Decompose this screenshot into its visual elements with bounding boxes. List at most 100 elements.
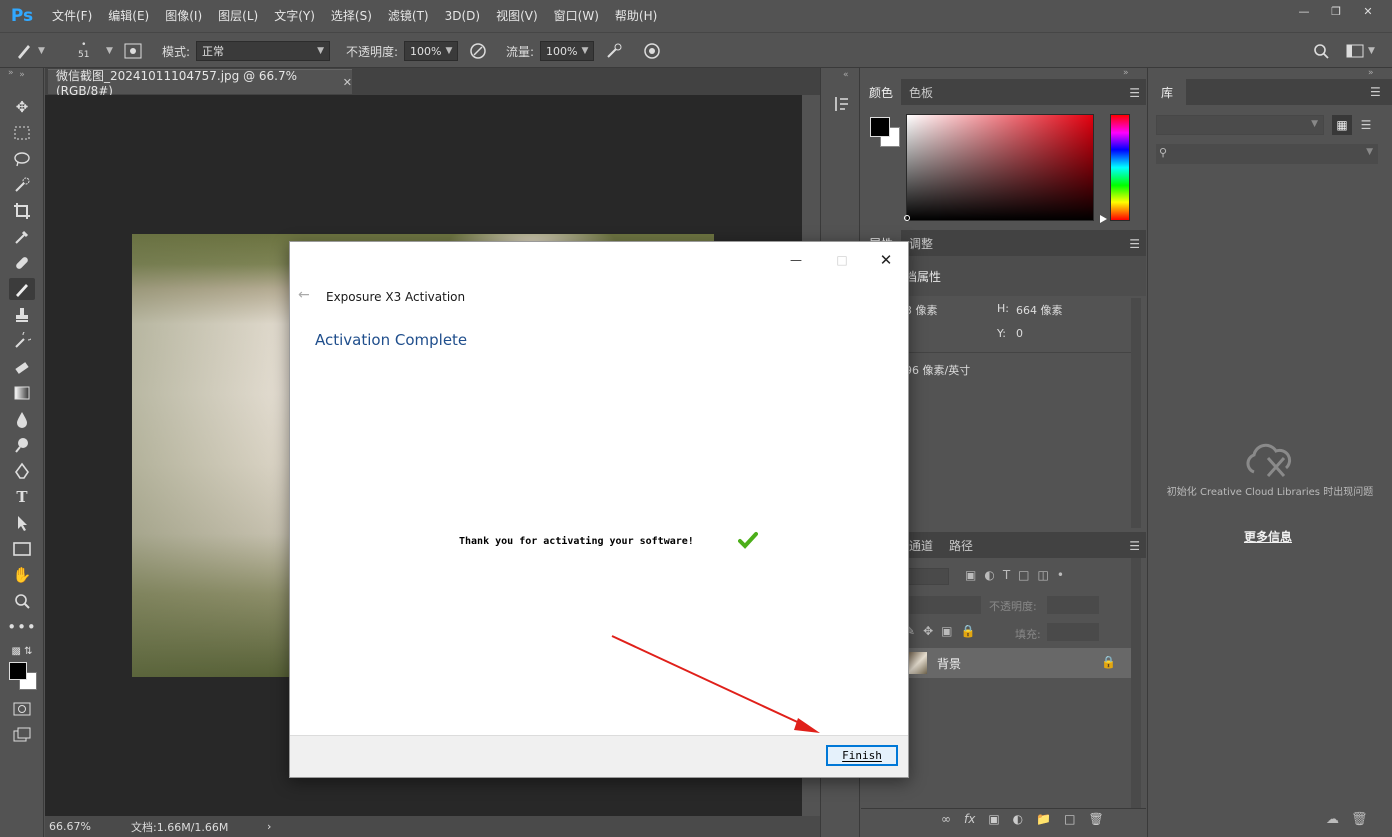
fill-input[interactable] [1047, 623, 1099, 641]
tab-color[interactable]: 颜色 [861, 79, 902, 105]
clone-stamp-tool-icon[interactable] [9, 304, 35, 326]
filter-toggle-icon[interactable]: • [1057, 568, 1064, 582]
adjustment-filter-icon[interactable]: ◐ [984, 568, 994, 582]
menu-3d[interactable]: 3D(D) [437, 0, 488, 32]
flow-input[interactable]: 100% ▼ [540, 33, 594, 69]
dodge-tool-icon[interactable] [9, 434, 35, 456]
lock-artboard-icon[interactable]: ▣ [941, 624, 952, 638]
delete-icon[interactable]: 🗑 [1351, 812, 1368, 827]
pen-tool-icon[interactable] [9, 460, 35, 482]
zoom-level[interactable]: 66.67% [49, 820, 131, 833]
pressure-size-toggle[interactable] [642, 33, 662, 69]
delete-layer-icon[interactable]: 🗑 [1088, 812, 1103, 826]
brush-panel-toggle[interactable] [124, 33, 142, 69]
lock-all-icon[interactable]: 🔒 [960, 624, 975, 638]
blend-mode-select[interactable] [905, 596, 981, 614]
properties-scrollbar[interactable] [1131, 298, 1141, 528]
new-group-icon[interactable]: 📁 [1036, 812, 1051, 826]
mode-select[interactable]: 正常 ▼ [196, 33, 330, 69]
menu-type[interactable]: 文字(Y) [266, 0, 323, 32]
menu-filter[interactable]: 滤镜(T) [380, 0, 437, 32]
link-layers-icon[interactable]: ∞ [941, 812, 951, 826]
layer-filter-select[interactable] [905, 568, 949, 585]
image-filter-icon[interactable]: ▣ [965, 568, 976, 582]
type-tool-icon[interactable]: T [9, 486, 35, 508]
restore-icon[interactable]: ❐ [1320, 0, 1352, 22]
workspace-switcher[interactable]: ▼ [1346, 33, 1375, 69]
shape-filter-icon[interactable]: □ [1018, 568, 1029, 582]
tab-paths[interactable]: 路径 [941, 532, 981, 558]
panel-menu-icon[interactable]: ☰ [1129, 86, 1140, 100]
grid-view-icon[interactable]: ▦ [1332, 115, 1352, 135]
hue-slider[interactable] [1110, 114, 1130, 221]
color-picker-cursor[interactable] [904, 215, 910, 221]
brush-preset-picker[interactable]: ▼ [14, 33, 45, 69]
opacity-input[interactable]: 100% ▼ [404, 33, 458, 69]
layers-scrollbar[interactable] [1131, 558, 1141, 808]
library-select[interactable]: ▼ [1156, 115, 1324, 135]
brush-tool-icon[interactable] [9, 278, 35, 300]
brush-size-picker[interactable]: • 51 [78, 33, 89, 69]
more-tools-icon[interactable]: ••• [7, 616, 36, 638]
menu-edit[interactable]: 编辑(E) [100, 0, 157, 32]
eraser-tool-icon[interactable] [9, 356, 35, 378]
screen-mode-icon[interactable] [9, 724, 35, 746]
menu-layer[interactable]: 图层(L) [210, 0, 266, 32]
history-brush-tool-icon[interactable] [9, 330, 35, 352]
document-tab[interactable]: 微信截图_20241011104757.jpg @ 66.7%(RGB/8#) … [48, 69, 352, 98]
foreground-color-swatch[interactable] [9, 662, 27, 680]
marquee-tool-icon[interactable] [9, 122, 35, 144]
type-filter-icon[interactable]: T [1003, 568, 1010, 582]
default-colors-icon[interactable]: ▩ ⇅ [9, 640, 35, 662]
close-icon[interactable]: ✕ [1352, 0, 1384, 22]
panel-menu-icon[interactable]: ☰ [1129, 237, 1140, 251]
brush-size-dropdown[interactable]: ▼ [102, 33, 113, 69]
menu-help[interactable]: 帮助(H) [607, 0, 665, 32]
menu-select[interactable]: 选择(S) [323, 0, 380, 32]
crop-tool-icon[interactable] [9, 200, 35, 222]
menu-image[interactable]: 图像(I) [157, 0, 210, 32]
collapse-libraries-icon[interactable]: » [1368, 68, 1374, 78]
back-arrow-icon[interactable]: ← [298, 287, 310, 303]
library-search-input[interactable]: ⚲ ▼ [1156, 144, 1378, 164]
finish-button[interactable]: Finish [826, 745, 898, 766]
layer-style-icon[interactable]: fx [964, 812, 975, 826]
path-selection-tool-icon[interactable] [9, 512, 35, 534]
layer-lock-icon[interactable]: 🔒 [1101, 655, 1116, 669]
tab-libraries[interactable]: 库 [1148, 79, 1186, 105]
quick-selection-tool-icon[interactable] [9, 174, 35, 196]
cc-sync-icon[interactable]: ☁ [1326, 812, 1339, 827]
menu-view[interactable]: 视图(V) [488, 0, 546, 32]
color-field[interactable] [906, 114, 1094, 221]
status-menu-icon[interactable]: › [267, 820, 271, 833]
layer-row[interactable] [901, 648, 1131, 678]
lasso-tool-icon[interactable] [9, 148, 35, 170]
eyedropper-tool-icon[interactable] [9, 226, 35, 248]
expand-panels-icon[interactable]: « [843, 70, 849, 80]
panel-menu-icon[interactable]: ☰ [1370, 85, 1381, 99]
collapse-panel-column-icon[interactable]: » [1123, 68, 1129, 78]
close-tab-icon[interactable]: ✕ [343, 76, 352, 89]
history-panel-icon[interactable] [832, 94, 852, 114]
panel-menu-icon[interactable]: ☰ [1129, 539, 1140, 553]
healing-brush-tool-icon[interactable] [9, 252, 35, 274]
gradient-tool-icon[interactable] [9, 382, 35, 404]
rectangle-tool-icon[interactable] [9, 538, 35, 560]
menu-file[interactable]: 文件(F) [44, 0, 100, 32]
hue-slider-handle[interactable] [1100, 215, 1107, 223]
dialog-close-icon[interactable]: ✕ [870, 250, 902, 270]
hand-tool-icon[interactable]: ✋ [9, 564, 35, 586]
list-view-icon[interactable]: ☰ [1356, 115, 1376, 135]
tab-swatches[interactable]: 色板 [901, 79, 941, 105]
more-info-link[interactable]: 更多信息 [1148, 528, 1388, 545]
foreground-color-swatch[interactable] [870, 117, 890, 137]
blur-tool-icon[interactable] [9, 408, 35, 430]
smart-object-filter-icon[interactable]: ◫ [1038, 568, 1049, 582]
menu-window[interactable]: 窗口(W) [546, 0, 607, 32]
move-tool-icon[interactable]: ✥ [9, 96, 35, 118]
new-layer-icon[interactable]: □ [1064, 812, 1075, 826]
collapse-panel-icon[interactable]: » [8, 68, 14, 78]
minimize-icon[interactable]: — [1288, 0, 1320, 22]
layer-opacity-input[interactable] [1047, 596, 1099, 614]
pressure-opacity-toggle[interactable] [468, 33, 488, 69]
